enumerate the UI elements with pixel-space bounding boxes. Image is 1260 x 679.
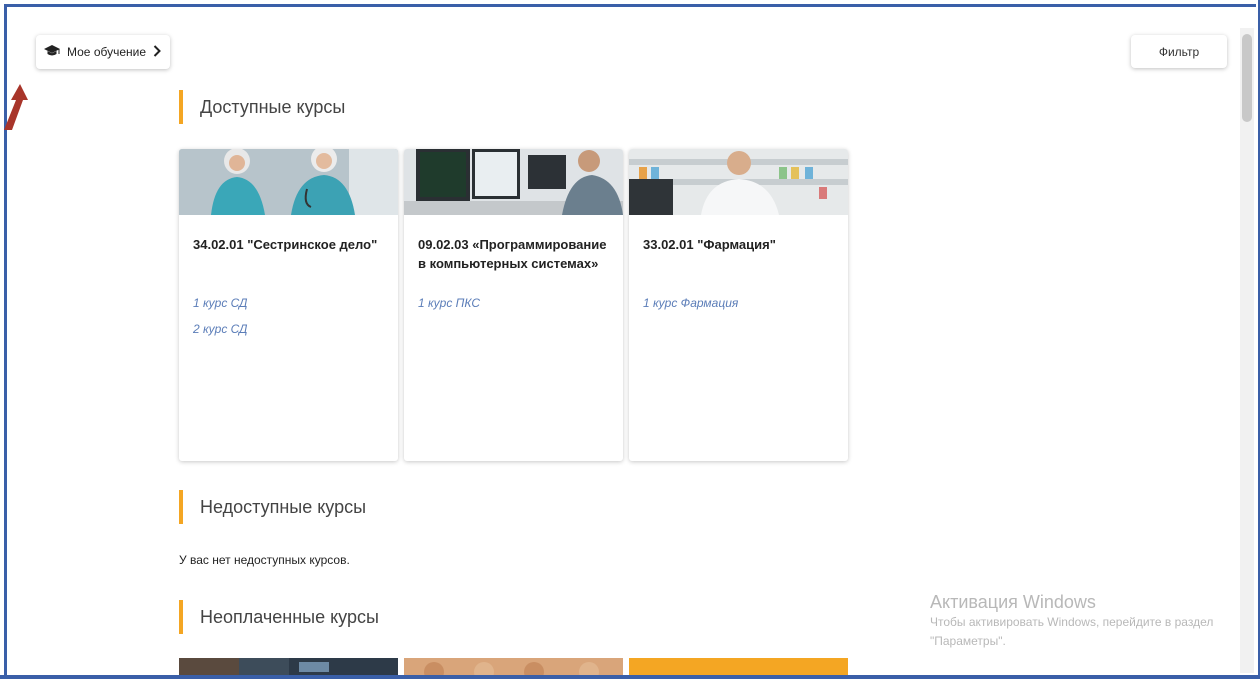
course-card[interactable]: 33.02.01 "Фармация" 1 курс Фармация — [629, 149, 848, 461]
chevron-right-icon — [153, 44, 161, 60]
course-group-link[interactable]: 2 курс СД — [193, 316, 247, 342]
frame-border-bottom — [0, 675, 1260, 679]
course-card[interactable]: 09.02.03 «Программирование в компьютерны… — [404, 149, 623, 461]
annotation-arrow-icon — [0, 80, 28, 130]
course-image-nursing — [179, 149, 398, 215]
section-unpaid-title: Неоплаченные курсы — [179, 600, 379, 634]
course-title: 33.02.01 "Фармация" — [643, 237, 776, 252]
section-available-title: Доступные курсы — [179, 90, 345, 124]
course-title: 34.02.01 "Сестринское дело" — [193, 237, 378, 252]
my-learning-button[interactable]: Мое обучение — [36, 35, 170, 69]
course-title: 09.02.03 «Программирование в компьютерны… — [418, 237, 607, 271]
unavailable-empty-message: У вас нет недоступных курсов. — [179, 553, 350, 567]
course-image-programming — [404, 149, 623, 215]
vertical-scrollbar[interactable] — [1240, 28, 1254, 673]
scrollbar-thumb[interactable] — [1242, 34, 1252, 122]
filter-button[interactable]: Фильтр — [1131, 35, 1227, 68]
activation-text: Чтобы активировать Windows, перейдите в … — [930, 615, 1214, 648]
my-learning-label: Мое обучение — [67, 45, 147, 59]
section-unavailable-title: Недоступные курсы — [179, 490, 366, 524]
course-card[interactable]: 34.02.01 "Сестринское дело" 1 курс СД 2 … — [179, 149, 398, 461]
course-group-link[interactable]: 1 курс ПКС — [418, 290, 480, 316]
activation-title: Активация Windows — [930, 592, 1096, 612]
course-group-link[interactable]: 1 курс СД — [193, 290, 247, 316]
windows-activation-watermark: Активация Windows Чтобы активировать Win… — [930, 591, 1220, 651]
graduation-cap-icon — [44, 44, 60, 60]
course-image-pharmacy — [629, 149, 848, 215]
course-group-link[interactable]: 1 курс Фармация — [643, 290, 738, 316]
